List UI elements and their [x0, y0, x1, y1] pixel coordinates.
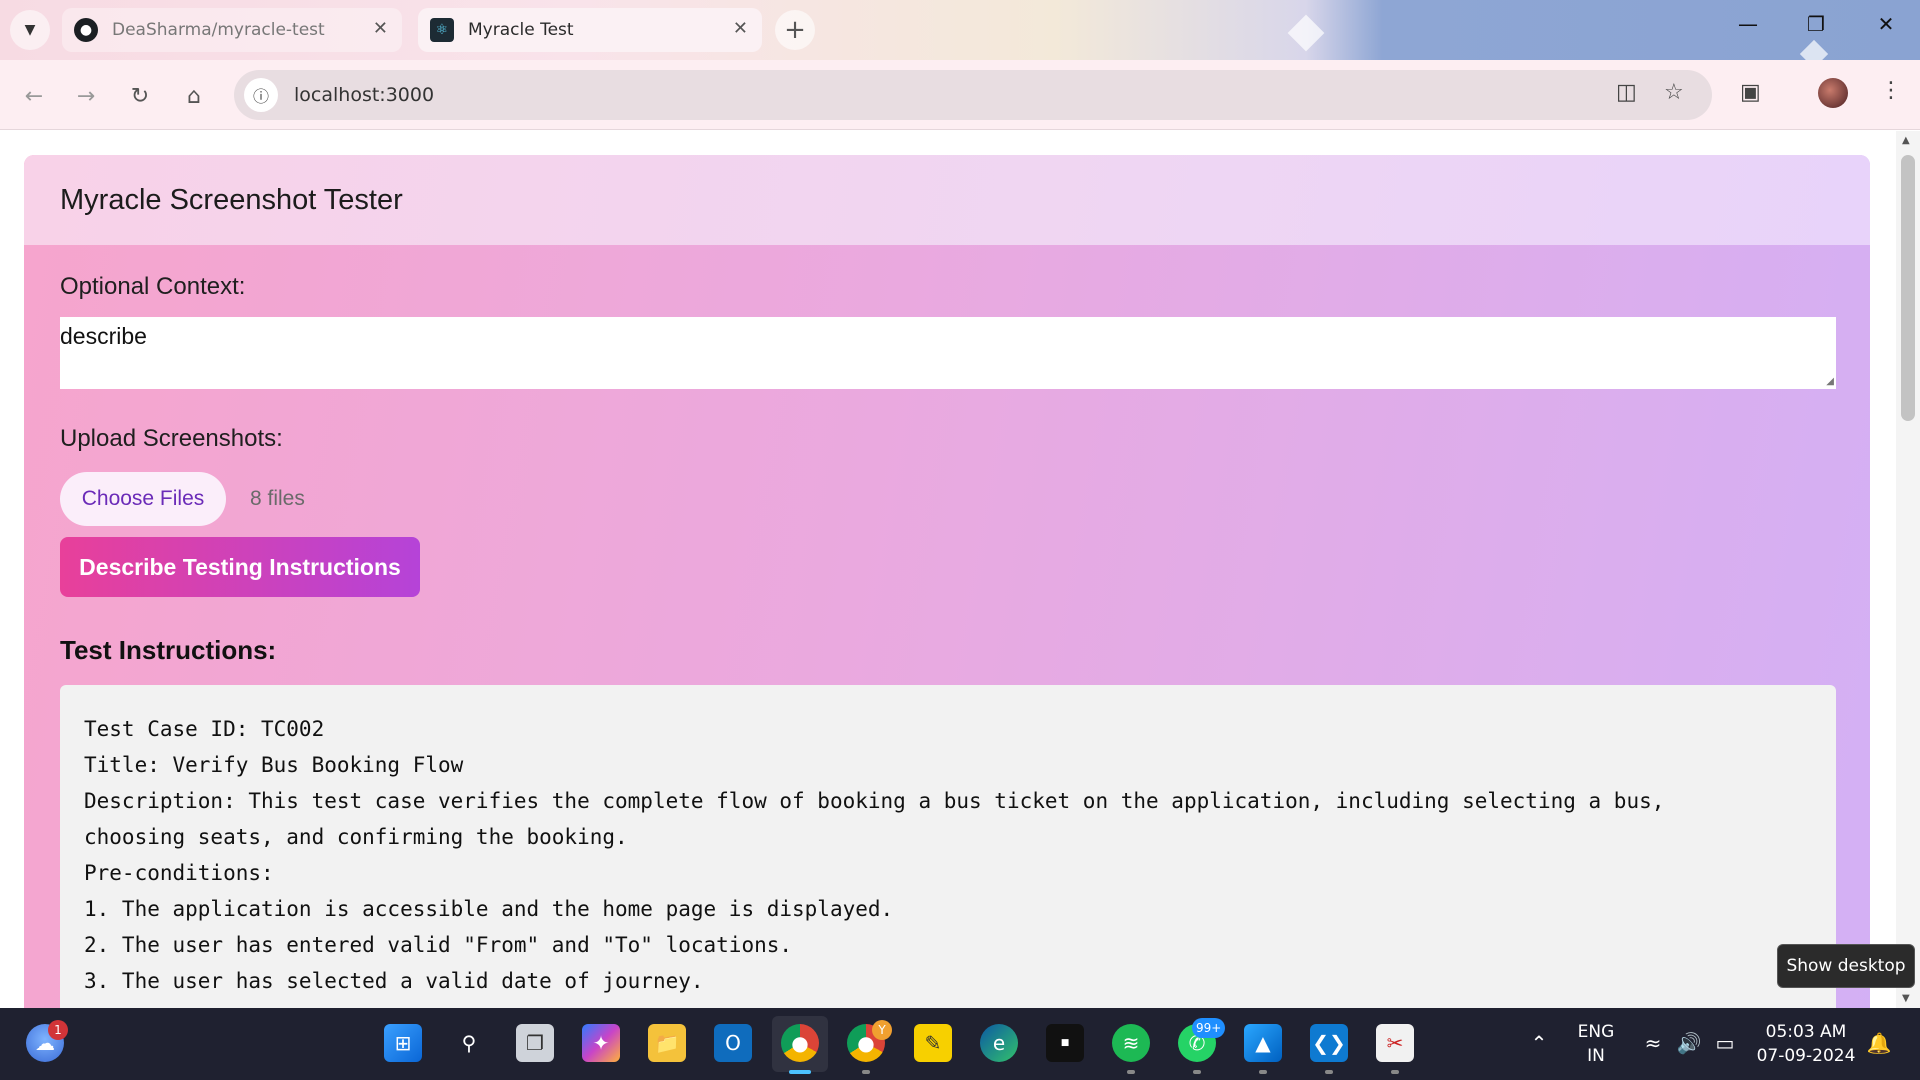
arrow-left-icon: ←	[24, 83, 44, 109]
home-icon: ⌂	[187, 83, 201, 109]
region-indicator[interactable]: IN	[1576, 1046, 1616, 1066]
volume-icon[interactable]: 🔊	[1670, 1024, 1708, 1062]
whatsapp-badge: 99+	[1192, 1018, 1226, 1038]
file-explorer-icon[interactable]: 📁	[648, 1024, 686, 1062]
copilot-icon[interactable]: ✦	[582, 1024, 620, 1062]
chrome-icon[interactable]: ●	[781, 1024, 819, 1062]
chevron-up-icon[interactable]: ⌃	[1520, 1024, 1558, 1062]
tab-title: Myracle Test	[468, 20, 574, 40]
running-indicator	[1127, 1070, 1135, 1074]
language-indicator[interactable]: ENG	[1576, 1022, 1616, 1042]
new-tab-button[interactable]: +	[775, 10, 815, 50]
forward-button[interactable]: →	[66, 76, 106, 116]
active-indicator	[789, 1070, 811, 1074]
reload-button[interactable]: ↻	[120, 76, 160, 116]
task-view-icon[interactable]: ❐	[516, 1024, 554, 1062]
upload-label: Upload Screenshots:	[60, 425, 283, 452]
context-value: describe	[60, 323, 147, 349]
instruction-line: 3. The user has selected a valid date of…	[84, 969, 704, 993]
close-icon[interactable]: ✕	[373, 18, 388, 39]
site-info-icon[interactable]: ⓘ	[244, 78, 278, 112]
browser-toolbar: ← → ↻ ⌂ ⓘ localhost:3000 ◫ ☆ ▣ ⋮	[0, 60, 1920, 130]
minimize-button[interactable]: —	[1718, 12, 1778, 36]
wallpaper-decoration	[1799, 39, 1829, 60]
running-indicator	[1325, 1070, 1333, 1074]
restore-button[interactable]: ❐	[1786, 12, 1846, 36]
wifi-icon[interactable]: ≈	[1634, 1024, 1672, 1062]
instruction-line: Pre-conditions:	[84, 861, 274, 885]
browser-tab-bar: ▼ ● DeaSharma/myracle-test ✕ ⚛ Myracle T…	[0, 0, 1920, 60]
show-desktop-tooltip: Show desktop	[1777, 944, 1915, 988]
resize-grip-icon[interactable]: ◢	[1826, 376, 1834, 387]
url-text: localhost:3000	[294, 84, 435, 106]
instructions-output: Test Case ID: TC002 Title: Verify Bus Bo…	[60, 685, 1836, 1008]
instruction-line: 2. The user has entered valid "From" and…	[84, 933, 793, 957]
spotify-icon[interactable]: ≋	[1112, 1024, 1150, 1062]
instruction-line: Title: Verify Bus Booking Flow	[84, 753, 464, 777]
weather-badge: 1	[48, 1020, 68, 1040]
more-menu-icon[interactable]: ⋮	[1880, 78, 1902, 103]
choose-files-button[interactable]: Choose Files	[60, 472, 226, 526]
describe-instructions-button[interactable]: Describe Testing Instructions	[60, 537, 420, 597]
instruction-line: Description: This test case verifies the…	[84, 789, 1665, 813]
windows-start-icon[interactable]: ⊞	[384, 1024, 422, 1062]
card-header: Myracle Screenshot Tester	[24, 155, 1870, 245]
chrome-profile-badge: Y	[872, 1020, 892, 1040]
close-window-button[interactable]: ✕	[1856, 12, 1916, 36]
instruction-line: Test Case ID: TC002	[84, 717, 325, 741]
files-count: 8 files	[250, 487, 305, 510]
scroll-up-icon[interactable]: ▲	[1902, 135, 1910, 146]
home-button[interactable]: ⌂	[174, 76, 214, 116]
running-indicator	[1193, 1070, 1201, 1074]
clock-time[interactable]: 05:03 AM	[1756, 1022, 1856, 1042]
clock-date[interactable]: 07-09-2024	[1756, 1046, 1856, 1066]
profile-avatar[interactable]	[1818, 78, 1848, 108]
close-icon[interactable]: ✕	[733, 18, 748, 39]
back-button[interactable]: ←	[14, 76, 54, 116]
tab-title: DeaSharma/myracle-test	[112, 20, 325, 40]
tester-card: Myracle Screenshot Tester Optional Conte…	[24, 155, 1870, 1008]
tab-myracle-test[interactable]: ⚛ Myracle Test ✕	[418, 8, 762, 52]
address-bar[interactable]: ⓘ localhost:3000 ◫ ☆	[234, 70, 1712, 120]
wallpaper-decoration	[1287, 14, 1325, 52]
context-textarea[interactable]: describe ◢	[60, 317, 1836, 389]
search-icon[interactable]: ⚲	[450, 1024, 488, 1062]
instruction-line: choosing seats, and confirming the booki…	[84, 825, 628, 849]
windows-taskbar: ☁ 1 ⊞ ⚲ ❐ ✦ 📁 O ● ● Y ✎ e ■ ≋ ✆ 99+ ▲ ❮❯…	[0, 1008, 1920, 1080]
page-viewport: Myracle Screenshot Tester Optional Conte…	[0, 131, 1920, 1008]
scrollbar-thumb[interactable]	[1901, 155, 1915, 421]
tab-github[interactable]: ● DeaSharma/myracle-test ✕	[62, 8, 402, 52]
reload-icon: ↻	[130, 83, 150, 109]
page-scrollbar[interactable]: ▲ ▼	[1896, 131, 1920, 1008]
photos-icon[interactable]: ▲	[1244, 1024, 1282, 1062]
vscode-icon[interactable]: ❮❯	[1310, 1024, 1348, 1062]
snipping-tool-icon[interactable]: ✂	[1376, 1024, 1414, 1062]
react-icon: ⚛	[430, 18, 454, 42]
app-icon[interactable]: ■	[1046, 1024, 1084, 1062]
running-indicator	[862, 1070, 870, 1074]
notification-bell-icon[interactable]: 🔔	[1860, 1024, 1898, 1062]
github-icon: ●	[74, 18, 98, 42]
scroll-down-icon[interactable]: ▼	[1902, 993, 1910, 1004]
battery-icon[interactable]: ▭	[1706, 1024, 1744, 1062]
bookmark-star-icon[interactable]: ☆	[1664, 80, 1684, 105]
running-indicator	[1391, 1070, 1399, 1074]
install-app-icon[interactable]: ◫	[1616, 80, 1637, 105]
edge-icon[interactable]: e	[980, 1024, 1018, 1062]
instructions-title: Test Instructions:	[60, 635, 277, 665]
arrow-right-icon: →	[76, 83, 96, 109]
extensions-icon[interactable]: ▣	[1740, 80, 1761, 105]
running-indicator	[1259, 1070, 1267, 1074]
context-label: Optional Context:	[60, 273, 246, 300]
sticky-notes-icon[interactable]: ✎	[914, 1024, 952, 1062]
chevron-down-icon: ▼	[24, 22, 36, 38]
instruction-line: 1. The application is accessible and the…	[84, 897, 894, 921]
outlook-icon[interactable]: O	[714, 1024, 752, 1062]
tab-search-button[interactable]: ▼	[10, 10, 50, 50]
page-title: Myracle Screenshot Tester	[60, 183, 403, 216]
